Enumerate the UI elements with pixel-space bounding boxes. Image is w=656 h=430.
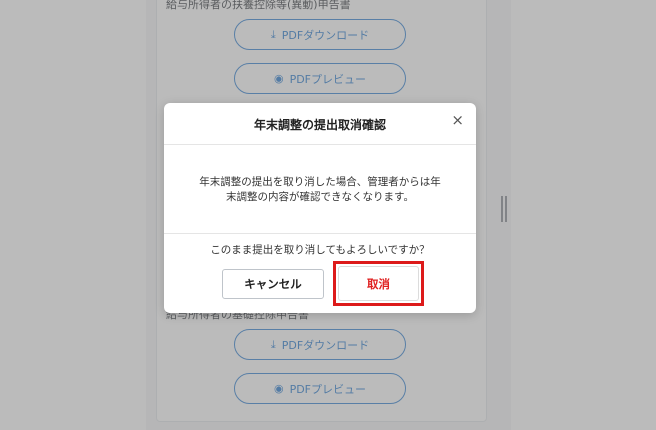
close-icon[interactable]: × xyxy=(451,113,464,128)
confirm-cancel-dialog: 年末調整の提出取消確認 × 年末調整の提出を取り消した場合、管理者からは年 末調… xyxy=(164,103,476,313)
confirm-withdraw-button[interactable]: 取消 xyxy=(338,266,419,301)
divider xyxy=(164,144,476,145)
dialog-title: 年末調整の提出取消確認 xyxy=(253,118,386,132)
dialog-message-line-1: 年末調整の提出を取り消した場合、管理者からは年 xyxy=(199,176,441,188)
dialog-message: 年末調整の提出を取り消した場合、管理者からは年 末調整の内容が確認できなくなりま… xyxy=(184,175,456,205)
dialog-question: このまま提出を取り消してもよろしいですか？ xyxy=(210,244,430,256)
dialog-message-line-2: 末調整の内容が確認できなくなります。 xyxy=(226,191,414,203)
divider xyxy=(164,233,476,234)
cancel-button[interactable]: キャンセル xyxy=(222,269,324,299)
